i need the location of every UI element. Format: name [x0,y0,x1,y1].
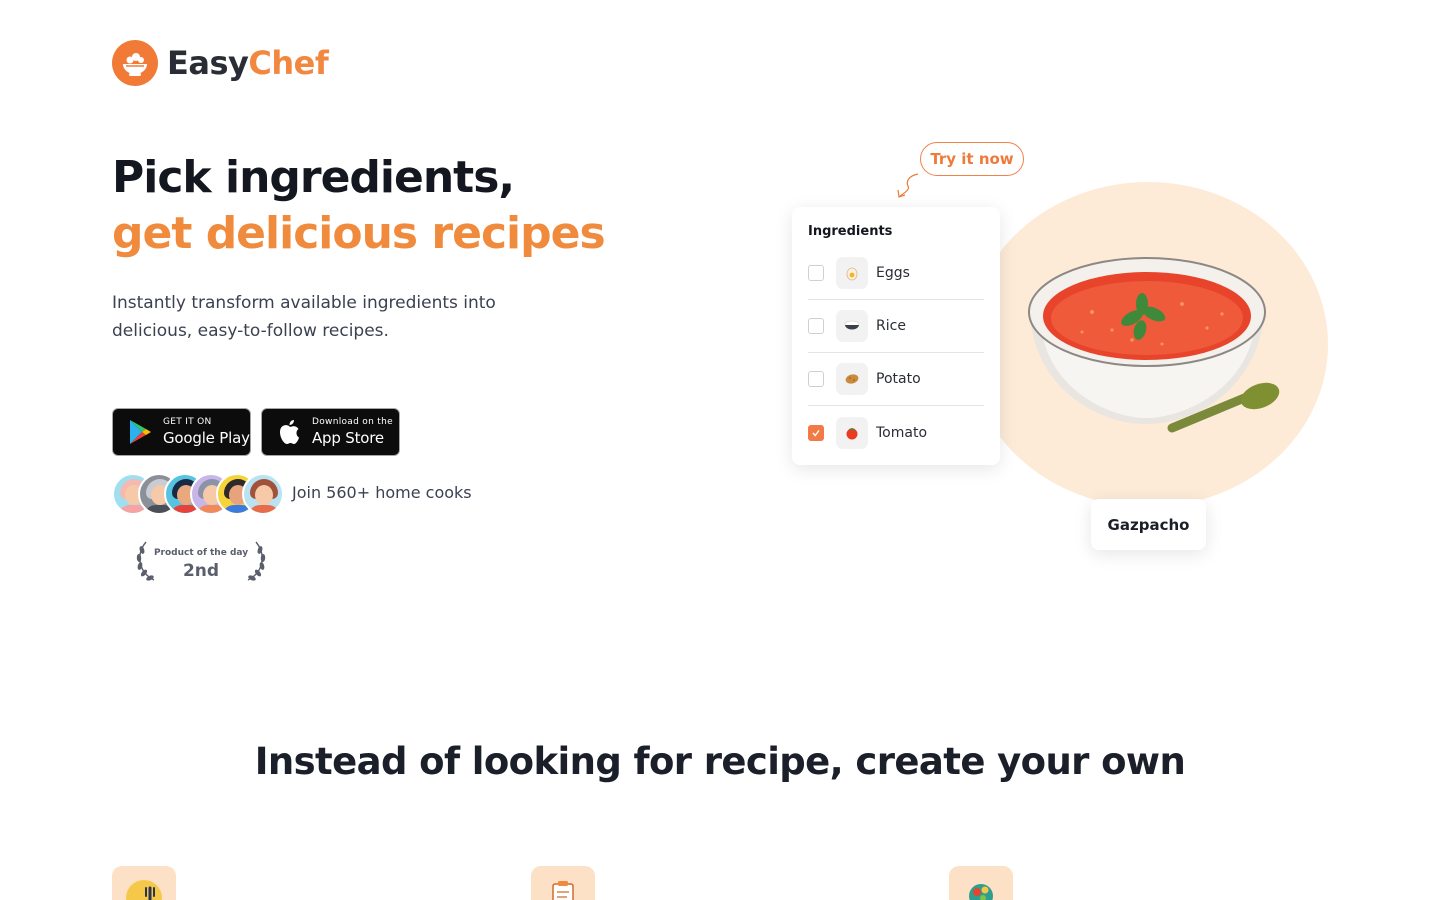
ingredient-label: Eggs [876,265,910,281]
ingredient-row-potato[interactable]: Potato [808,353,984,406]
ingredient-label: Potato [876,371,921,387]
google-badge-small-text: GET IT ON [163,417,212,427]
brand-name-part1: Easy [167,44,249,82]
avatar [242,473,284,515]
dish-name-card: Gazpacho [1091,499,1206,550]
google-play-button[interactable]: GET IT ON Google Play [112,408,251,456]
salad-icon [949,866,1013,900]
apple-icon [274,417,304,447]
ingredient-label: Tomato [876,424,928,441]
join-count-text: Join 560+ home cooks [292,483,472,502]
ingredient-checkbox[interactable] [808,265,824,281]
features-section-title: Instead of looking for recipe, create yo… [254,740,1186,783]
curved-arrow-icon [897,173,919,198]
checkmark-icon [812,429,820,437]
ingredient-checkbox-checked[interactable] [808,424,824,441]
clipboard-icon [531,866,595,900]
ingredient-checkbox[interactable] [808,371,824,387]
brand-name-part2: Chef [248,44,329,82]
google-play-icon [125,417,155,447]
ingredient-label: Rice [876,318,906,334]
apple-badge-big-text: App Store [312,429,384,447]
gazpacho-bowl-image [1028,257,1280,433]
hero-title: Pick ingredients, get delicious recipes [112,150,606,262]
bowl-logo-icon [112,40,158,86]
brand-logo[interactable]: EasyChef [112,40,329,86]
apple-badge-small-text: Download on the [312,417,393,427]
ingredients-card-title: Ingredients [808,224,893,239]
avatar-group [112,473,284,515]
product-of-the-day-badge[interactable]: Product of the day 2nd [134,538,268,584]
ingredient-row-eggs[interactable]: Eggs [808,247,984,300]
hero-title-line1: Pick ingredients, [112,152,515,203]
tomato-icon [836,416,868,449]
try-it-now-button[interactable]: Try it now [920,142,1024,176]
app-store-button[interactable]: Download on the App Store [261,408,400,456]
ingredients-card: Ingredients Eggs Rice Potato Tomato [792,207,1000,465]
brand-name: EasyChef [167,44,329,82]
ingredient-row-rice[interactable]: Rice [808,300,984,353]
egg-icon [836,257,868,289]
potato-icon [836,363,868,395]
rice-icon [836,310,868,342]
google-badge-big-text: Google Play [163,429,250,447]
award-label: Product of the day [153,548,249,558]
chef-icon [112,866,176,900]
ingredient-checkbox[interactable] [808,318,824,334]
hero-subtitle: Instantly transform available ingredient… [112,293,496,341]
ingredient-row-tomato[interactable]: Tomato [808,406,984,459]
hero-title-line2: get delicious recipes [112,208,606,259]
award-rank: 2nd [182,561,220,581]
